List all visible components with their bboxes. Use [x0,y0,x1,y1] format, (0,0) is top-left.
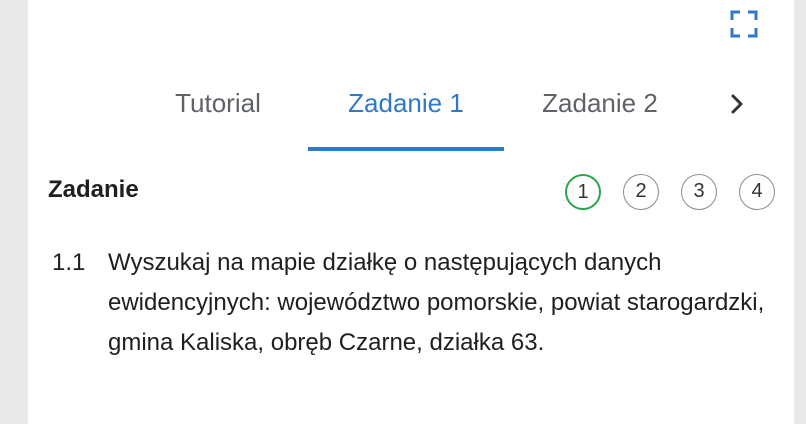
task-number: 1.1 [52,249,86,276]
step-2-button[interactable]: 2 [623,174,659,210]
active-tab-indicator [308,147,504,151]
tab-tutorial[interactable]: Tutorial [148,72,288,150]
fullscreen-corners-icon [730,10,758,38]
fullscreen-button[interactable] [729,9,759,39]
step-1-button[interactable]: 1 [565,174,601,210]
task-panel: Tutorial Zadanie 1 Zadanie 2 Zadanie 1 2… [28,0,794,424]
task-text: Wyszukaj na mapie działkę o następującyc… [108,249,765,356]
section-title: Zadanie [48,176,139,203]
tab-zadanie-2[interactable]: Zadanie 2 [518,72,682,150]
step-3-button[interactable]: 3 [681,174,717,210]
tabs-next-button[interactable] [724,88,752,120]
tab-zadanie-1[interactable]: Zadanie 1 [308,72,504,150]
task-tabs: Tutorial Zadanie 1 Zadanie 2 [28,72,794,154]
step-4-button[interactable]: 4 [739,174,775,210]
chevron-right-icon [731,94,743,114]
